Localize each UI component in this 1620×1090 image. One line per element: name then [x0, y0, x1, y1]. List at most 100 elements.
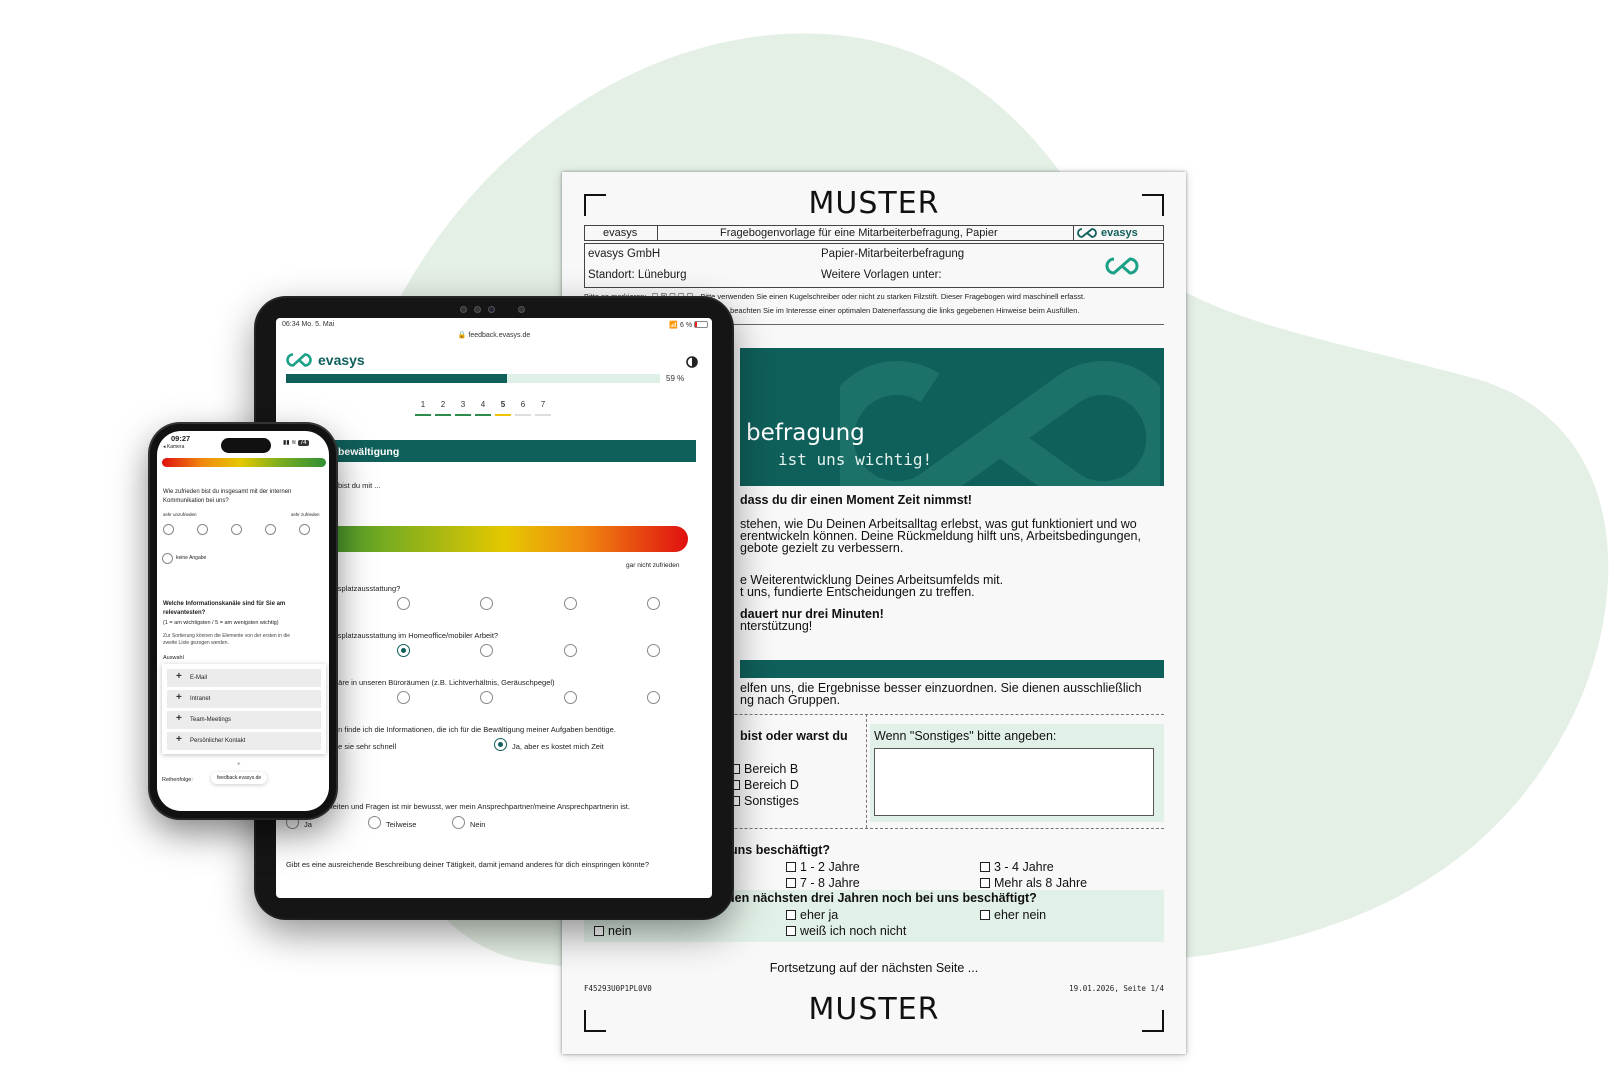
step-indicator: [535, 414, 551, 416]
option-label: Ja, aber es kostet mich Zeit: [512, 742, 604, 751]
question-hint: (1 = am wichtigsten / 5 = am wenigsten w…: [163, 620, 279, 626]
drag-item-intranet[interactable]: + Intranet: [167, 690, 321, 708]
help-text: zweite Liste gezogen werden.: [163, 640, 229, 646]
phone-device: 09:27 ◂ Kamera ▮▮ ≋ 74 Wie zufrieden bis…: [150, 424, 336, 818]
question-retention: den nächsten drei Jahren noch bei uns be…: [727, 891, 1037, 905]
step-indicator: [475, 414, 491, 416]
radio-option[interactable]: [299, 524, 310, 535]
header-left: evasys: [603, 227, 638, 239]
step-2[interactable]: 2: [436, 400, 450, 409]
radio-option[interactable]: [197, 524, 208, 535]
radio-option[interactable]: [397, 691, 410, 704]
scale-left-label: sehr unzufrieden: [163, 512, 197, 517]
drag-item-team-meetings[interactable]: + Team-Meetings: [167, 711, 321, 729]
back-to-camera[interactable]: ◂ Kamera: [163, 444, 184, 450]
radio-option[interactable]: [163, 524, 174, 535]
brand-name: evasys: [318, 352, 365, 368]
option-bereich-d[interactable]: Bereich D: [730, 778, 799, 792]
banner-subtitle: ist uns wichtig!: [778, 450, 933, 469]
option-1-2-jahre[interactable]: 1 - 2 Jahre: [786, 860, 860, 874]
question-description: Gibt es eine ausreichende Beschreibung d…: [286, 860, 650, 869]
header-brand: evasys: [1101, 227, 1138, 239]
drag-item-personal-contact[interactable]: + Persönlicher Kontakt: [167, 732, 321, 750]
order-label: Reihenfolge:: [162, 777, 193, 783]
question-text: Wie zufrieden bist du insgesamt mit der …: [163, 489, 292, 495]
scale-right-label: gar nicht zufrieden: [626, 562, 680, 569]
no-answer-label: keine Angabe: [176, 555, 207, 561]
drag-item-email[interactable]: + E-Mail: [167, 669, 321, 687]
header-center: Fragebogenvorlage für eine Mitarbeiterbe…: [720, 227, 998, 239]
evasys-logo-icon: [1105, 257, 1139, 275]
radio-teilweise[interactable]: [368, 816, 381, 829]
watermark-top: MUSTER: [808, 186, 940, 221]
section-bar: [740, 660, 1164, 678]
option-nein[interactable]: nein: [594, 924, 632, 938]
radio-option[interactable]: [564, 644, 577, 657]
intro-text: gebote gezielt zu verbessern.: [740, 541, 904, 555]
radio-option[interactable]: [265, 524, 276, 535]
intro-text: t uns, fundierte Entscheidungen zu treff…: [740, 585, 975, 599]
survey-type: Papier-Mitarbeiterbefragung: [821, 248, 965, 260]
url-bar[interactable]: feedback.evasys.de: [211, 772, 268, 784]
url-bar[interactable]: 🔒 feedback.evasys.de: [276, 331, 712, 339]
step-indicator: [435, 414, 451, 416]
option-mehr-als-8[interactable]: Mehr als 8 Jahre: [980, 876, 1087, 890]
section-text: ng nach Gruppen.: [740, 693, 841, 707]
location: Standort: Lüneburg: [588, 269, 687, 281]
intro-thanks: nterstützung!: [740, 619, 813, 633]
help-text: Zur Sortierung können die Elemente von d…: [163, 633, 291, 639]
step-1[interactable]: 1: [416, 400, 430, 409]
radio-nein[interactable]: [452, 816, 465, 829]
option-weiss-nicht[interactable]: weiß ich noch nicht: [786, 924, 906, 938]
status-time: 09:27: [171, 434, 191, 443]
company-name: evasys GmbH: [588, 248, 661, 260]
step-4[interactable]: 4: [476, 400, 490, 409]
option-eher-nein[interactable]: eher nein: [980, 908, 1046, 922]
step-7[interactable]: 7: [536, 400, 550, 409]
intro-heading: dass du dir einen Moment Zeit nimmst!: [740, 493, 972, 507]
radio-option[interactable]: [647, 644, 660, 657]
question-department: bist oder warst du: [740, 729, 848, 743]
radio-option[interactable]: [231, 524, 242, 535]
radio-option[interactable]: [564, 597, 577, 610]
status-time: 06:34 Mo. 5. Mai: [282, 321, 335, 328]
contrast-toggle-icon[interactable]: [686, 356, 698, 368]
radio-option[interactable]: [647, 597, 660, 610]
option-label: Teilweise: [386, 820, 417, 829]
radio-option[interactable]: [647, 691, 660, 704]
step-3[interactable]: 3: [456, 400, 470, 409]
radio-option[interactable]: [480, 644, 493, 657]
option-eher-ja[interactable]: eher ja: [786, 908, 838, 922]
option-sonstiges[interactable]: Sonstiges: [730, 794, 799, 808]
option-label: Nein: [470, 820, 486, 829]
radio-option-selected[interactable]: [397, 644, 410, 657]
radio-no-answer[interactable]: [162, 553, 173, 564]
radio-option-selected[interactable]: [494, 738, 507, 751]
evasys-logo-icon: [286, 353, 312, 367]
camera: [460, 306, 467, 313]
camera: [488, 306, 495, 313]
option-label: de sie sehr schnell: [334, 742, 397, 751]
other-label: Wenn "Sonstiges" bitte angeben:: [874, 729, 1057, 743]
section-title: bewältigung: [338, 446, 400, 458]
option-label: Ja: [304, 820, 312, 829]
radio-option[interactable]: [564, 691, 577, 704]
step-5[interactable]: 5: [496, 400, 510, 409]
other-textarea[interactable]: [874, 748, 1154, 816]
phone-screen: 09:27 ◂ Kamera ▮▮ ≋ 74 Wie zufrieden bis…: [157, 431, 329, 811]
radio-option[interactable]: [480, 691, 493, 704]
step-6[interactable]: 6: [516, 400, 530, 409]
option-7-8-jahre[interactable]: 7 - 8 Jahre: [786, 876, 860, 890]
radio-option[interactable]: [397, 597, 410, 610]
question-workplace: itsplatzausstattung?: [334, 584, 401, 593]
progress-bar: [286, 374, 660, 383]
step-indicator: [515, 414, 531, 416]
option-bereich-b[interactable]: Bereich B: [730, 762, 798, 776]
radio-option[interactable]: [480, 597, 493, 610]
camera: [518, 306, 525, 313]
question-information: en finde ich die Informationen, die ich …: [334, 725, 616, 734]
progress-fill: [286, 374, 507, 383]
option-3-4-jahre[interactable]: 3 - 4 Jahre: [980, 860, 1054, 874]
question-text: Kommunikation bei uns?: [163, 498, 229, 504]
watermark-bottom: MUSTER: [808, 992, 940, 1027]
